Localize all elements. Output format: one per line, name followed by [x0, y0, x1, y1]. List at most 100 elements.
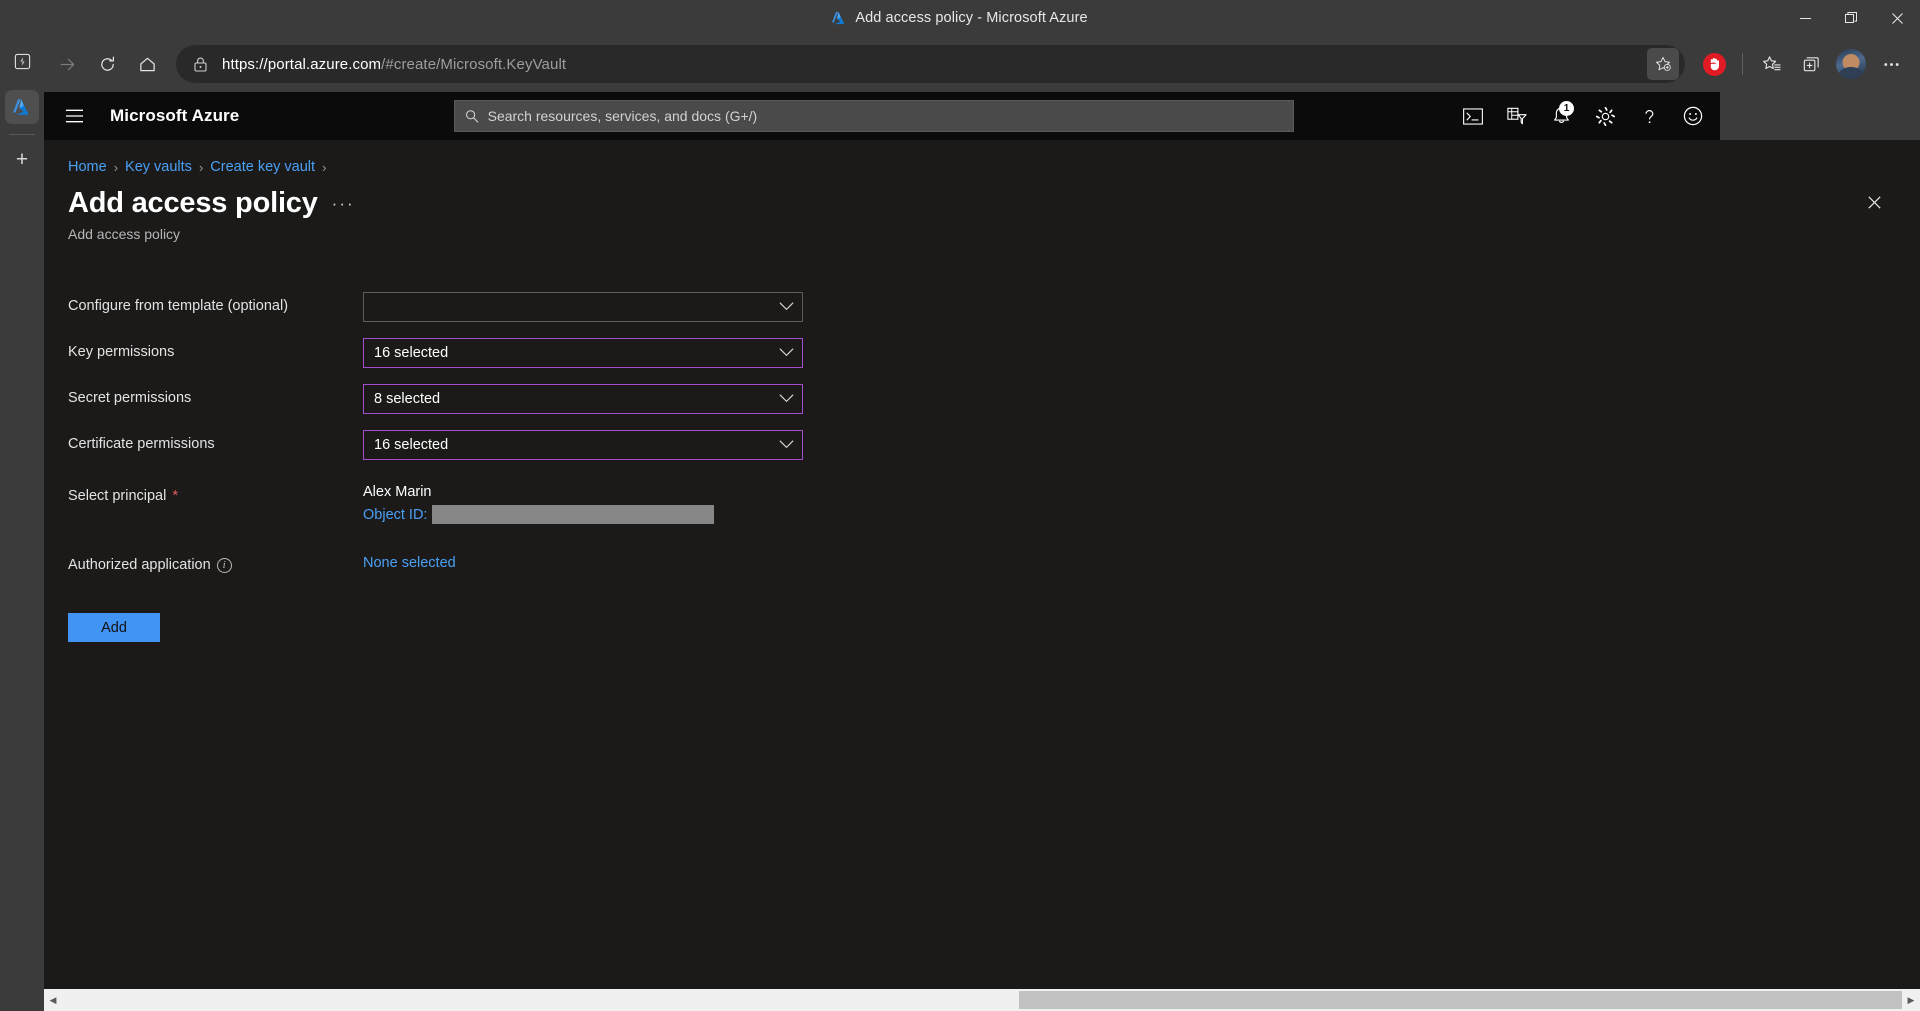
- breadcrumb-item-key-vaults[interactable]: Key vaults: [125, 159, 192, 175]
- label-text: Key permissions: [68, 344, 175, 360]
- minimize-button[interactable]: [1782, 0, 1828, 36]
- label-configure-from-template: Configure from template (optional): [68, 292, 363, 314]
- form-row-secret-permissions: Secret permissions 8 selected: [68, 384, 1920, 414]
- chevron-down-icon: [779, 299, 794, 315]
- form-row-select-principal: Select principal * Alex Marin Object ID:: [68, 481, 1920, 524]
- url-host: https://portal.azure.com: [222, 55, 382, 73]
- vertical-tab-strip: +: [0, 36, 44, 1011]
- azure-portal: Microsoft Azure 1: [44, 92, 1920, 1011]
- horizontal-scrollbar[interactable]: ◀ ▶: [44, 989, 1920, 1011]
- principal-object-id: Object ID:: [363, 505, 715, 524]
- control-select-principal: Alex Marin Object ID:: [363, 481, 715, 524]
- blade-title-row: Add access policy ···: [44, 175, 1920, 220]
- key-permissions-dropdown[interactable]: 16 selected: [363, 338, 803, 368]
- info-icon[interactable]: i: [216, 557, 232, 573]
- form-row-key-permissions: Key permissions 16 selected: [68, 338, 1920, 368]
- required-asterisk: *: [172, 487, 179, 504]
- portal-header-actions: 1: [1451, 94, 1715, 138]
- label-text: Authorized application: [68, 557, 211, 573]
- portal-menu-button[interactable]: [52, 94, 96, 138]
- control-key-permissions: 16 selected: [363, 338, 803, 368]
- azure-logo-icon: [832, 11, 845, 25]
- search-icon: [466, 110, 479, 123]
- tab-actions-icon[interactable]: [7, 46, 37, 76]
- scroll-left-arrow[interactable]: ◀: [44, 989, 62, 1011]
- object-id-redacted-value: [432, 505, 715, 524]
- window-controls: [1782, 0, 1920, 36]
- portal-header: Microsoft Azure 1: [44, 92, 1920, 140]
- object-id-label: Object ID:: [363, 506, 428, 523]
- help-question-icon[interactable]: [1627, 94, 1671, 138]
- blade: Home › Key vaults › Create key vault › A…: [44, 140, 1920, 642]
- breadcrumb-separator: ›: [113, 159, 119, 175]
- close-blade-button[interactable]: [1860, 188, 1888, 216]
- search-input[interactable]: [487, 108, 1283, 124]
- window-title-group: Add access policy - Microsoft Azure: [0, 0, 1920, 36]
- chevron-down-icon: [779, 345, 794, 361]
- settings-gear-icon[interactable]: [1583, 94, 1627, 138]
- refresh-button[interactable]: [88, 45, 126, 83]
- restore-button[interactable]: [1828, 0, 1874, 36]
- notifications-bell-icon[interactable]: 1: [1539, 94, 1583, 138]
- close-button[interactable]: [1874, 0, 1920, 36]
- authorized-application-link[interactable]: None selected: [363, 551, 456, 571]
- url-path: /#create/Microsoft.KeyVault: [381, 55, 567, 73]
- scroll-right-arrow[interactable]: ▶: [1902, 989, 1920, 1011]
- add-access-policy-form: Configure from template (optional) Key p…: [44, 242, 1920, 642]
- portal-bottom-strip: [44, 979, 1920, 989]
- secret-permissions-dropdown[interactable]: 8 selected: [363, 384, 803, 414]
- page-title: Add access policy: [68, 187, 318, 219]
- key-permissions-value: 16 selected: [374, 345, 449, 361]
- control-secret-permissions: 8 selected: [363, 384, 803, 414]
- certificate-permissions-value: 16 selected: [374, 437, 449, 453]
- scrollbar-thumb[interactable]: [1018, 991, 1902, 1009]
- form-row-authorized-application: Authorized application i None selected: [68, 551, 1920, 573]
- breadcrumb-separator: ›: [322, 159, 327, 175]
- add-button[interactable]: Add: [68, 613, 160, 642]
- label-authorized-application: Authorized application i: [68, 551, 363, 573]
- avatar: [1836, 49, 1866, 79]
- cloud-shell-icon[interactable]: [1451, 94, 1495, 138]
- certificate-permissions-dropdown[interactable]: 16 selected: [363, 430, 803, 460]
- scrollbar-track[interactable]: [62, 989, 1902, 1011]
- control-certificate-permissions: 16 selected: [363, 430, 803, 460]
- collections-icon[interactable]: [1792, 45, 1830, 83]
- label-text: Certificate permissions: [68, 436, 215, 452]
- label-select-principal: Select principal *: [68, 481, 363, 504]
- browser-tab-azure[interactable]: [5, 90, 39, 124]
- address-bar[interactable]: https://portal.azure.com/#create/Microso…: [176, 45, 1685, 83]
- rail-bottom-filler: [0, 989, 44, 1011]
- principal-name[interactable]: Alex Marin: [363, 481, 714, 500]
- chevron-down-icon: [779, 391, 794, 407]
- breadcrumb: Home › Key vaults › Create key vault ›: [44, 140, 1920, 175]
- toolbar-divider: [1742, 53, 1743, 75]
- browser-window: Add access policy - Microsoft Azure http…: [0, 0, 1920, 1011]
- extension-adblock-icon[interactable]: [1695, 45, 1733, 83]
- feedback-smiley-icon[interactable]: [1671, 94, 1715, 138]
- directories-subscriptions-icon[interactable]: [1495, 94, 1539, 138]
- window-title: Add access policy - Microsoft Azure: [855, 10, 1088, 26]
- form-row-template: Configure from template (optional): [68, 292, 1920, 322]
- form-row-certificate-permissions: Certificate permissions 16 selected: [68, 430, 1920, 460]
- header-right-filler: [1720, 92, 1920, 140]
- control-authorized-application: None selected: [363, 551, 456, 571]
- settings-more-icon[interactable]: [1872, 45, 1910, 83]
- blade-subtitle: Add access policy: [68, 226, 181, 242]
- forward-button[interactable]: [48, 45, 86, 83]
- template-dropdown[interactable]: [363, 292, 803, 322]
- breadcrumb-item-home[interactable]: Home: [68, 159, 107, 175]
- title-bar: Add access policy - Microsoft Azure: [0, 0, 1920, 36]
- more-menu-button[interactable]: ···: [332, 194, 355, 214]
- url-text: https://portal.azure.com/#create/Microso…: [222, 56, 566, 73]
- new-tab-button[interactable]: +: [7, 145, 37, 175]
- add-favorite-icon[interactable]: [1647, 48, 1679, 80]
- home-button[interactable]: [128, 45, 166, 83]
- label-key-permissions: Key permissions: [68, 338, 363, 360]
- portal-search[interactable]: [454, 100, 1294, 132]
- browser-toolbar: https://portal.azure.com/#create/Microso…: [0, 36, 1920, 92]
- secret-permissions-value: 8 selected: [374, 391, 441, 407]
- profile-avatar[interactable]: [1832, 45, 1870, 83]
- favorites-icon[interactable]: [1752, 45, 1790, 83]
- breadcrumb-item-create-key-vault[interactable]: Create key vault: [210, 159, 315, 175]
- portal-brand[interactable]: Microsoft Azure: [110, 106, 239, 126]
